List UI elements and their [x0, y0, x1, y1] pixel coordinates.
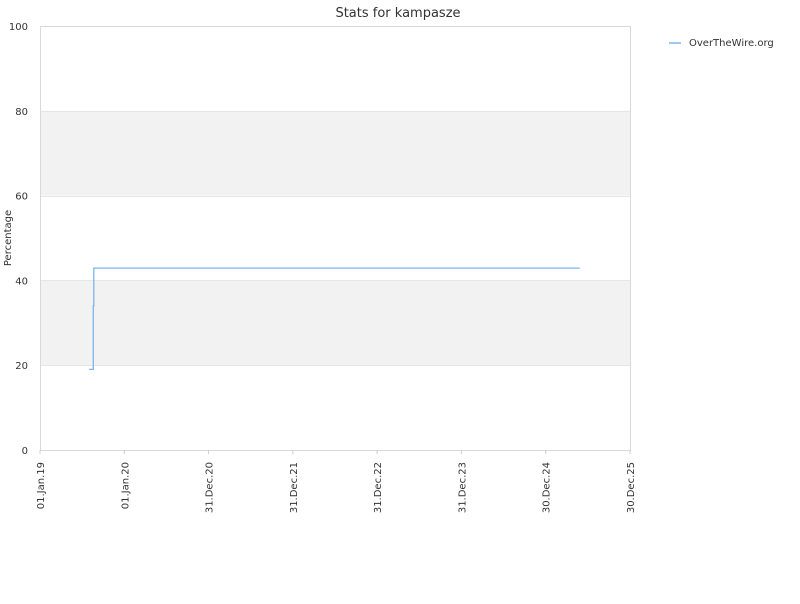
chart-title: Stats for kampasze [335, 6, 460, 21]
plot-bands [40, 110, 630, 366]
y-tick-label: 100 [9, 22, 28, 33]
x-tick-label: 30.Dec.24 [542, 462, 553, 513]
grid-lines [40, 26, 630, 451]
x-tick-label: 31.Dec.22 [373, 462, 384, 513]
y-tick-label: 40 [15, 276, 28, 287]
x-tick-label: 01.Jan.20 [120, 462, 131, 509]
legend-label: OverTheWire.org [689, 38, 774, 49]
x-tick-label: 01.Jan.19 [36, 462, 47, 509]
y-axis-label: Percentage [3, 210, 14, 266]
grid-band [40, 110, 630, 196]
chart-canvas: Stats for kampasze Percentage 0 20 40 60 80 1… [3, 6, 774, 513]
x-tick-label: 31.Dec.23 [457, 462, 468, 513]
y-tick-label: 60 [15, 192, 28, 203]
chart: Stats for kampasze Percentage 0 20 40 60 80 1… [0, 0, 800, 600]
legend[interactable]: OverTheWire.org [669, 38, 774, 49]
x-tick-label: 30.Dec.25 [626, 462, 637, 513]
y-tick-label: 80 [15, 107, 28, 118]
x-tick-label: 31.Dec.21 [289, 462, 300, 513]
y-tick-label: 0 [22, 446, 28, 457]
x-tick-labels: 01.Jan.19 01.Jan.20 31.Dec.20 31.Dec.21 31.D… [36, 450, 637, 513]
grid-band [40, 280, 630, 366]
plot-frame [40, 26, 631, 451]
y-tick-label: 20 [15, 361, 28, 372]
x-tick-label: 31.Dec.20 [205, 462, 216, 513]
